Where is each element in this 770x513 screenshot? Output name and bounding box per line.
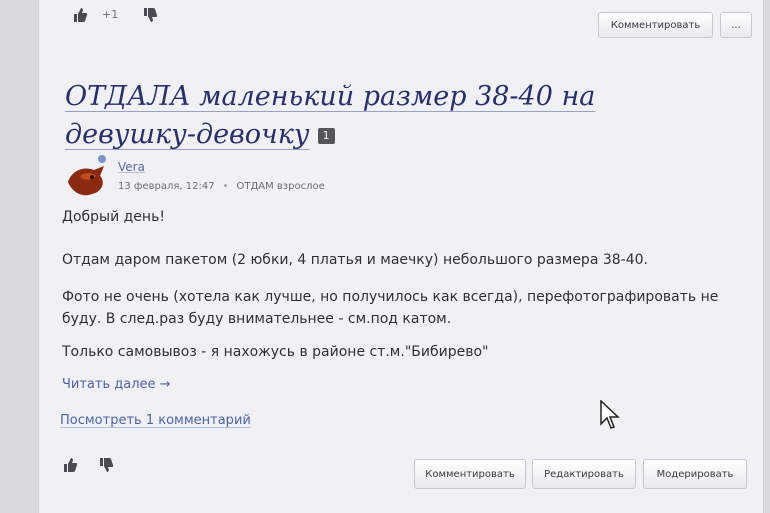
comment-button[interactable]: Комментировать [414, 459, 526, 489]
comment-count-badge: 1 [317, 127, 335, 144]
post-meta: 13 февраля, 12:47 • ОТДАМ взрослое [118, 181, 325, 192]
meta-separator: • [222, 181, 229, 192]
comment-button-top[interactable]: Комментировать [598, 12, 713, 38]
post-category[interactable]: ОТДАМ взрослое [236, 181, 324, 192]
post-paragraph: Добрый день! [62, 209, 165, 225]
moderate-button[interactable]: Модерировать [643, 459, 747, 489]
edit-button[interactable]: Редактировать [532, 459, 636, 489]
thumbs-down-icon[interactable] [140, 5, 160, 25]
post-title[interactable]: ОТДАЛА маленький размер 38-40 на девушку… [65, 78, 625, 154]
online-status-dot [98, 155, 106, 163]
mouse-cursor-icon [600, 399, 620, 434]
thumbs-up-icon[interactable] [60, 455, 80, 475]
thumbs-up-icon[interactable] [70, 5, 90, 25]
vote-count: +1 [102, 8, 119, 21]
read-more-link[interactable]: Читать далее → [62, 377, 171, 392]
more-options-button[interactable]: ... [720, 12, 752, 38]
post-paragraph: Только самовывоз - я нахожусь в районе с… [62, 344, 489, 360]
post-date: 13 февраля, 12:47 [118, 181, 215, 192]
author-link[interactable]: Vera [118, 160, 145, 174]
avatar[interactable] [66, 160, 108, 200]
post-paragraph: Отдам даром пакетом (2 юбки, 4 платья и … [62, 252, 648, 268]
view-comments-link[interactable]: Посмотреть 1 комментарий [60, 413, 251, 428]
post-paragraph: Фото не очень (хотела как лучше, но полу… [62, 289, 719, 327]
thumbs-down-icon[interactable] [96, 455, 116, 475]
